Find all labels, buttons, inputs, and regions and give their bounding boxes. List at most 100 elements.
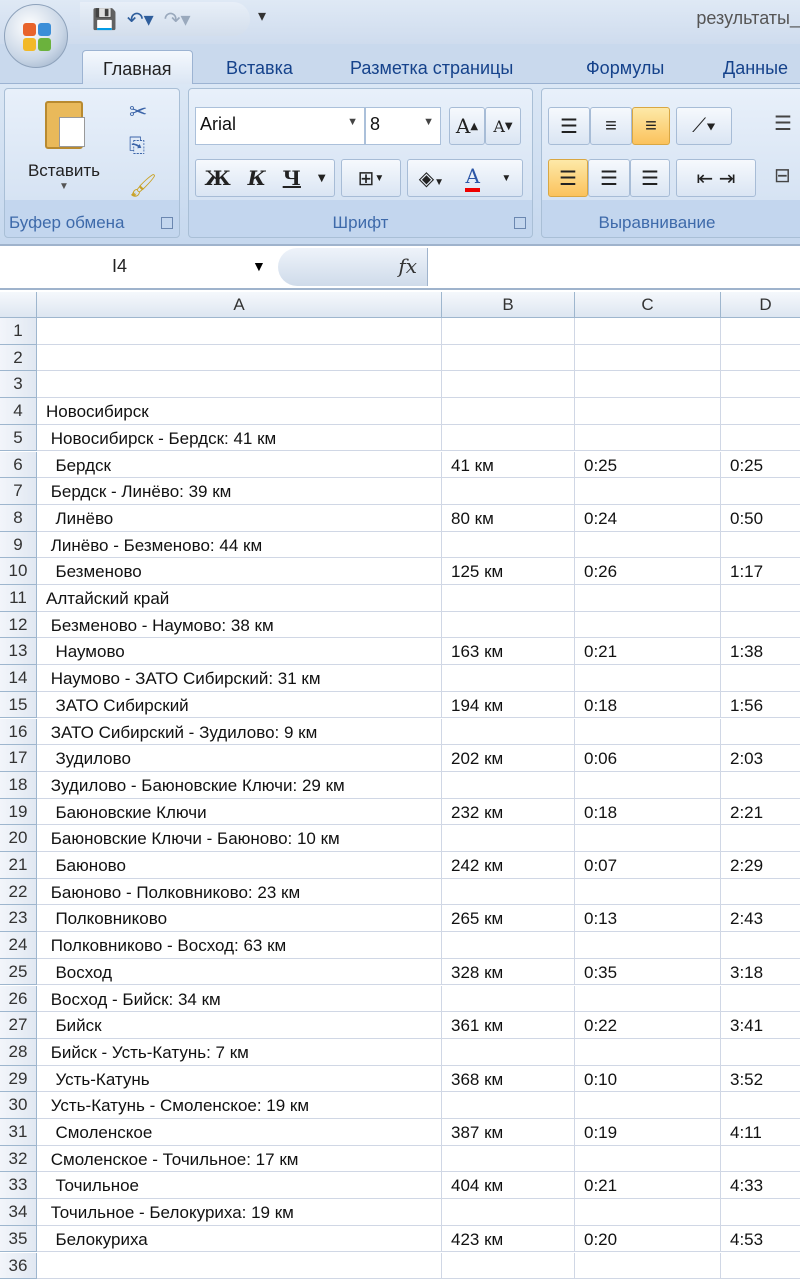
cell-c[interactable] [575,1092,721,1119]
cell-d[interactable] [721,345,800,372]
cell-b[interactable] [442,398,575,425]
cell-a[interactable]: Баюновские Ключи - Баюново: 10 км [37,825,442,852]
cell-d[interactable] [721,612,800,639]
cell-a[interactable]: Полковниково [37,905,442,933]
cell-c[interactable] [575,1252,721,1280]
cell-a[interactable]: Усть-Катунь - Смоленское: 19 км [37,1092,442,1119]
row-header[interactable]: 27 [0,1012,37,1039]
cell-d[interactable]: 1:38 [721,638,800,666]
cell-c[interactable]: 0:20 [575,1225,721,1253]
orientation-button[interactable]: ⟋▾ [676,107,732,145]
cell-a[interactable]: Бердск [37,451,442,479]
cell-a[interactable]: ЗАТО Сибирский [37,691,442,719]
tab-formulas[interactable]: Формулы [586,50,664,84]
cell-b[interactable] [442,932,575,959]
row-header[interactable]: 17 [0,745,37,772]
borders-button[interactable]: ⊞ ▼ [341,159,401,197]
cell-a[interactable] [37,1252,442,1280]
cell-a[interactable] [37,344,442,372]
increase-indent-icon[interactable]: ⇥ [719,166,736,191]
cell-a[interactable]: Смоленское [37,1119,442,1146]
cell-a[interactable]: Зудилово - Баюновские Ключи: 29 км [37,771,442,799]
formula-input[interactable] [430,246,800,288]
cell-b[interactable] [442,1038,575,1066]
cell-a[interactable]: Алтайский край [37,585,442,612]
cell-c[interactable]: 0:22 [575,1012,721,1039]
cell-d[interactable]: 0:50 [721,505,800,532]
row-header[interactable]: 9 [0,531,37,559]
align-right-button[interactable]: ☰ [630,159,670,197]
row-header[interactable]: 21 [0,852,37,879]
copy-icon[interactable]: ⎘ [129,135,145,158]
column-header-a[interactable]: A [37,292,442,318]
row-header[interactable]: 24 [0,932,37,959]
cell-d[interactable]: 1:17 [721,558,800,585]
cell-d[interactable]: 2:43 [721,905,800,933]
cell-a[interactable]: Баюново - Полковниково: 23 км [37,878,442,906]
row-header[interactable]: 26 [0,985,37,1013]
row-header[interactable]: 4 [0,398,37,425]
format-painter-icon[interactable]: 🖌 [129,173,157,199]
cell-b[interactable] [442,611,575,639]
cell-c[interactable] [575,611,721,639]
cell-c[interactable] [575,878,721,906]
font-color-button[interactable]: A [465,164,480,192]
cell-d[interactable] [721,532,800,559]
row-header[interactable]: 3 [0,371,37,399]
cell-c[interactable]: 0:18 [575,691,721,719]
cell-b[interactable]: 328 км [442,958,575,986]
cell-d[interactable]: 4:33 [721,1172,800,1200]
row-header[interactable]: 34 [0,1199,37,1226]
cell-d[interactable] [721,1199,800,1226]
column-header-d[interactable]: D [721,292,800,318]
cell-d[interactable] [721,425,800,452]
cell-b[interactable]: 361 км [442,1012,575,1039]
cell-c[interactable] [575,718,721,746]
cell-b[interactable] [442,718,575,746]
align-bottom-button[interactable]: ≡ [632,107,670,145]
cell-b[interactable] [442,1145,575,1173]
cell-d[interactable] [721,1253,800,1280]
cell-a[interactable]: Линёво [37,504,442,532]
cell-c[interactable] [575,318,721,345]
row-header[interactable]: 15 [0,691,37,719]
cell-b[interactable]: 387 км [442,1119,575,1146]
cell-b[interactable]: 368 км [442,1065,575,1093]
decrease-indent-icon[interactable]: ⇤ [696,166,713,191]
redo-icon[interactable]: ↷▾ [164,7,191,32]
cell-b[interactable]: 423 км [442,1225,575,1253]
cell-c[interactable]: 0:21 [575,638,721,666]
cell-d[interactable] [721,371,800,399]
cell-d[interactable] [721,1146,800,1173]
shrink-font-button[interactable]: A ▼ [485,107,521,145]
cell-d[interactable]: 1:56 [721,692,800,719]
tab-page-layout[interactable]: Разметка страницы [350,50,513,84]
row-header[interactable]: 12 [0,611,37,639]
row-header[interactable]: 20 [0,825,37,852]
cell-d[interactable]: 4:11 [721,1119,800,1146]
cell-c[interactable]: 0:18 [575,798,721,826]
cell-d[interactable]: 4:53 [721,1226,800,1253]
cell-c[interactable] [575,985,721,1013]
row-header[interactable]: 5 [0,424,37,452]
cell-b[interactable] [442,1252,575,1280]
cell-a[interactable]: Зудилово [37,745,442,772]
customize-qat-icon[interactable]: ▾ [258,6,266,26]
cell-c[interactable] [575,424,721,452]
row-header[interactable]: 8 [0,504,37,532]
align-center-button[interactable]: ☰ [588,159,630,197]
cell-b[interactable]: 80 км [442,504,575,532]
cell-b[interactable] [442,318,575,345]
cell-a[interactable]: Точильное - Белокуриха: 19 км [37,1199,442,1226]
cell-b[interactable]: 232 км [442,798,575,826]
align-top-button[interactable]: ☰ [548,107,590,145]
cell-a[interactable]: Новосибирск - Бердск: 41 км [37,424,442,452]
cell-c[interactable] [575,1145,721,1173]
cell-b[interactable]: 194 км [442,691,575,719]
cell-b[interactable] [442,665,575,692]
cell-c[interactable]: 0:06 [575,745,721,772]
row-header[interactable]: 2 [0,344,37,372]
cell-b[interactable] [442,771,575,799]
cell-a[interactable] [37,318,442,345]
cell-b[interactable] [442,985,575,1013]
